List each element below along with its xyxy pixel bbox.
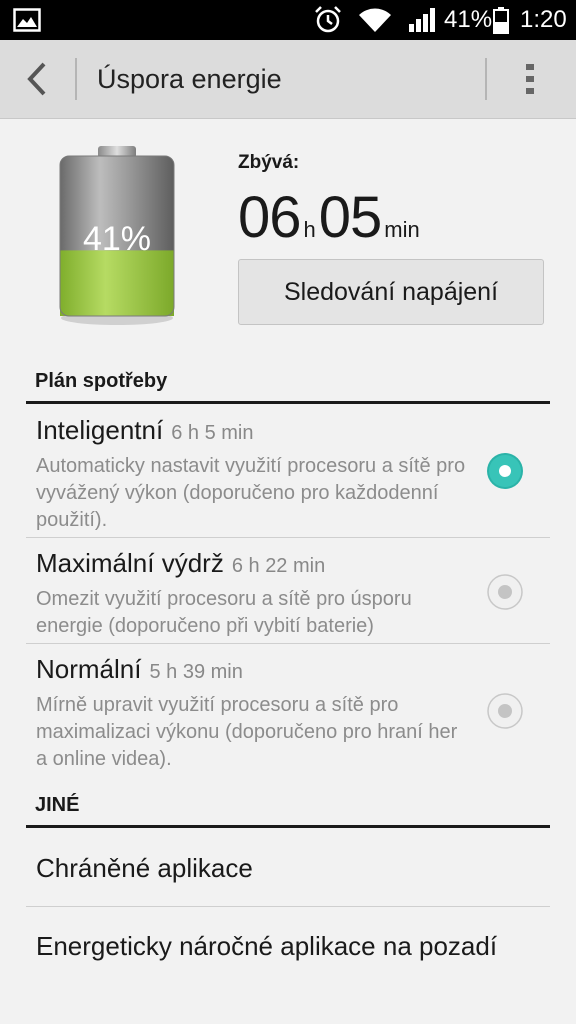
plan-time: 6 h 22 min [231, 555, 326, 577]
action-bar: Úspora energie [0, 40, 576, 119]
wifi-icon [359, 8, 391, 32]
status-bar: 41% 1:20 [0, 0, 576, 40]
battery-icon [493, 7, 509, 34]
battery-percent-label: 41% [83, 220, 151, 258]
plan-time: 6 h 5 min [171, 422, 254, 444]
remaining-time: 06 h05 min [238, 186, 423, 250]
alarm-icon [315, 6, 341, 33]
status-time: 1:20 [520, 6, 567, 33]
plan-title: Inteligentní 6 h 5 min [36, 415, 254, 445]
battery-level-icon: 41% [59, 146, 175, 325]
divider [26, 643, 550, 644]
section-divider [26, 825, 550, 828]
radio-unselected-icon[interactable] [486, 573, 524, 611]
plan-description: Automaticky nastavit využití procesoru a… [36, 455, 466, 531]
protected-apps-item[interactable]: Chráněné aplikace [36, 851, 253, 885]
power-tracking-button[interactable]: Sledování napájení [238, 259, 544, 325]
radio-unselected-icon[interactable] [486, 692, 524, 730]
remaining-hours: 06 [238, 185, 302, 250]
divider [26, 537, 550, 538]
radio-selected-icon[interactable] [486, 452, 524, 490]
background-apps-item[interactable]: Energeticky náročné aplikace na pozadí [36, 929, 497, 963]
status-battery-percent: 41% [444, 6, 493, 33]
plan-description: Omezit využití procesoru a sítě pro úspo… [36, 588, 412, 637]
signal-icon [409, 8, 435, 32]
plan-item-normal[interactable]: Normální 5 h 39 min Mírně upravit využití… [26, 652, 550, 774]
plan-title: Maximální výdrž 6 h 22 min [36, 548, 326, 578]
divider [75, 58, 77, 100]
more-vert-icon[interactable] [515, 58, 545, 100]
remaining-label: Zbývá: [238, 152, 300, 173]
plan-item-max-endurance[interactable]: Maximální výdrž 6 h 22 min Omezit využití… [26, 546, 550, 642]
plan-description: Mírně upravit využití procesoru a sítě p… [36, 694, 458, 770]
back-icon[interactable] [18, 59, 58, 99]
section-divider [26, 401, 550, 404]
page-title: Úspora energie [97, 64, 282, 94]
plan-time: 5 h 39 min [149, 661, 243, 683]
remaining-minutes: 05 [318, 185, 383, 250]
other-section-header: JINÉ [35, 794, 80, 816]
divider [485, 58, 487, 100]
plan-title: Normální 5 h 39 min [36, 654, 243, 684]
hours-unit: h [303, 217, 316, 242]
plan-item-intelligent[interactable]: Inteligentní 6 h 5 min Automaticky nastav… [26, 413, 550, 535]
plan-section-header: Plán spotřeby [35, 370, 168, 392]
image-icon [13, 8, 41, 32]
divider [26, 906, 550, 907]
minutes-unit: min [384, 217, 420, 242]
